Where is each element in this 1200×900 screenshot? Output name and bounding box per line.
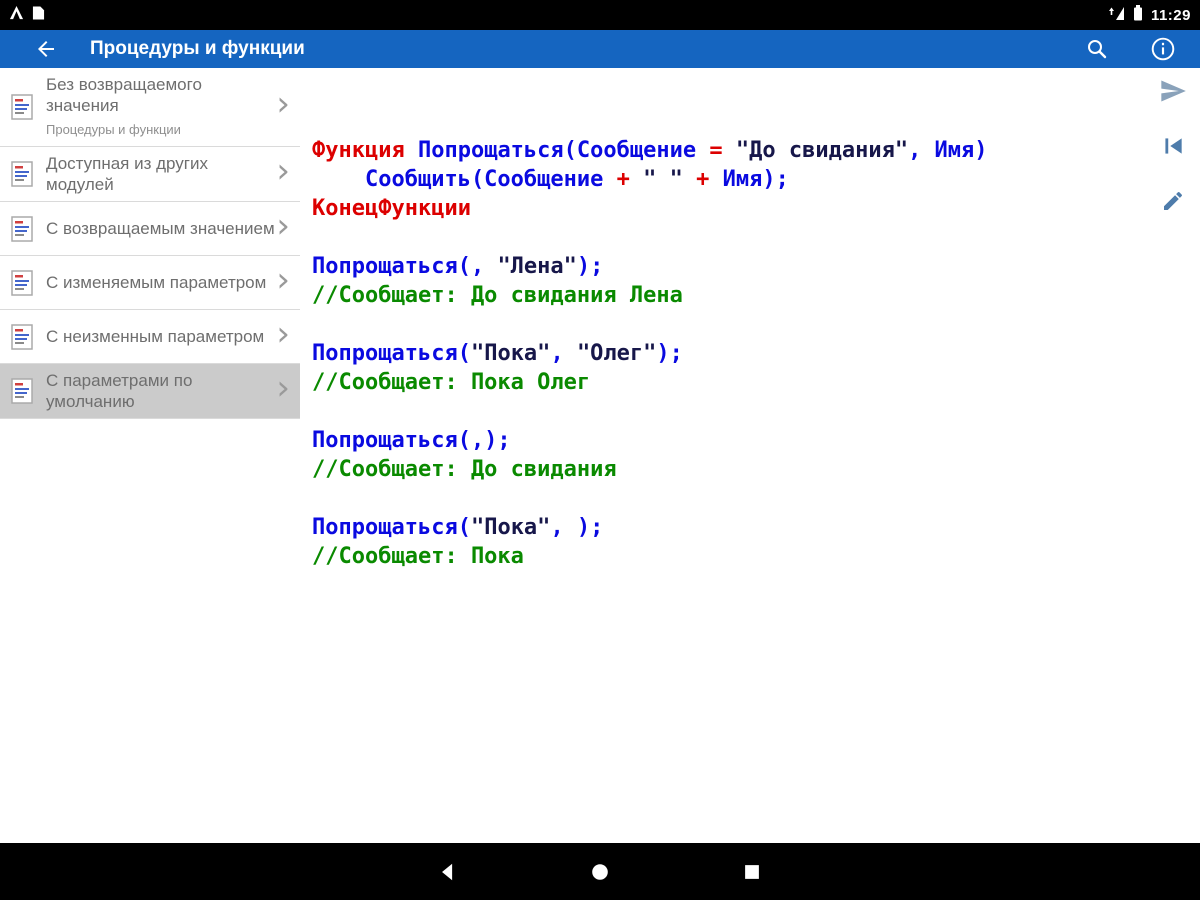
app-bar-actions [1082, 34, 1178, 64]
info-button[interactable] [1148, 34, 1178, 64]
code-line: Попрощаться(,); [312, 428, 511, 453]
code-line: КонецФункции [312, 196, 471, 221]
code-line: //Сообщает: До свидания Лена [312, 283, 683, 308]
code-page-icon [10, 323, 36, 351]
sidebar-item[interactable]: С неизменным параметром › [0, 310, 300, 364]
sidebar-item-subtitle: Процедуры и функции [46, 122, 181, 137]
sidebar-item[interactable]: С параметрами по умолчанию › [0, 364, 300, 419]
search-icon [1088, 40, 1107, 59]
sidebar-item[interactable]: С возвращаемым значением › [0, 202, 300, 256]
sidebar-item-title: С изменяемым параметром [46, 273, 267, 292]
sidebar-item-title: С неизменным параметром [46, 327, 265, 346]
chevron-right-icon: › [276, 151, 290, 191]
chevron-right-icon: › [276, 313, 290, 354]
code-page-icon [10, 215, 36, 243]
back-button[interactable] [28, 31, 64, 67]
sidebar-item[interactable]: Без возвращаемого значения Процедуры и фу… [0, 68, 300, 147]
code-line: //Сообщает: До свидания [312, 457, 617, 482]
nav-recents-icon [745, 864, 759, 879]
nav-back-button[interactable] [435, 859, 461, 885]
app-bar: Процедуры и функции [0, 30, 1200, 68]
sidebar-item-title: С параметрами по умолчанию [46, 371, 193, 411]
file-notification-icon [32, 5, 45, 26]
sidebar-item-title: С возвращаемым значением [46, 219, 275, 238]
sidebar: Без возвращаемого значения Процедуры и фу… [0, 68, 300, 843]
chevron-right-icon: › [276, 205, 290, 246]
sidebar-item[interactable]: С изменяемым параметром › [0, 256, 300, 310]
status-bar: 11:29 [0, 0, 1200, 30]
nav-home-icon [592, 863, 608, 880]
sidebar-item-title: Без возвращаемого значения [46, 75, 202, 115]
chevron-right-icon: › [276, 259, 290, 300]
network-signal-icon [1106, 5, 1125, 26]
code-page-icon [10, 93, 36, 121]
content: Без возвращаемого значения Процедуры и фу… [0, 68, 1200, 843]
search-button[interactable] [1082, 34, 1112, 64]
code-block: Функция Попрощаться(Сообщение = "До свид… [312, 136, 1200, 571]
code-area: Функция Попрощаться(Сообщение = "До свид… [300, 68, 1200, 843]
nav-home-button[interactable] [587, 859, 613, 885]
code-page-icon [10, 269, 36, 297]
screen: { "status_bar": { "time": "11:29" }, "ap… [0, 0, 1200, 900]
code-line: Попрощаться(, "Лена"); [312, 254, 604, 279]
page-title: Процедуры и функции [90, 38, 305, 59]
code-page-icon [10, 377, 36, 405]
edit-button[interactable] [1158, 186, 1188, 216]
nav-recents-button[interactable] [739, 859, 765, 885]
info-icon [1151, 37, 1175, 61]
skip-to-start-button[interactable] [1158, 131, 1188, 161]
sidebar-item-title: Доступная из других модулей [46, 154, 209, 194]
chevron-right-icon: › [276, 84, 290, 124]
send-button[interactable] [1158, 76, 1188, 106]
code-line: Попрощаться("Пока", ); [312, 515, 604, 540]
skip-to-start-icon [1165, 138, 1182, 154]
android-nav-bar [0, 843, 1200, 900]
code-toolbar [1158, 76, 1188, 216]
sidebar-item[interactable]: Доступная из других модулей › [0, 147, 300, 202]
battery-icon [1133, 4, 1143, 26]
edit-icon [1164, 191, 1183, 210]
status-notification-icons [9, 5, 45, 26]
code-line: Попрощаться("Пока", "Олег"); [312, 341, 683, 366]
code-line: //Сообщает: Пока [312, 544, 524, 569]
code-page-icon [10, 160, 36, 188]
back-arrow-icon [38, 41, 54, 57]
code-line: Сообщить(Сообщение + " " + Имя); [312, 167, 789, 192]
status-clock: 11:29 [1150, 6, 1191, 24]
code-line: //Сообщает: Пока Олег [312, 370, 591, 395]
status-system-icons: 11:29 [1106, 4, 1191, 26]
code-line: Функция Попрощаться(Сообщение = "До свид… [312, 138, 988, 163]
app-notification-icon [9, 5, 24, 25]
nav-back-icon [442, 863, 453, 880]
chevron-right-icon: › [276, 368, 290, 408]
send-icon [1161, 80, 1186, 102]
